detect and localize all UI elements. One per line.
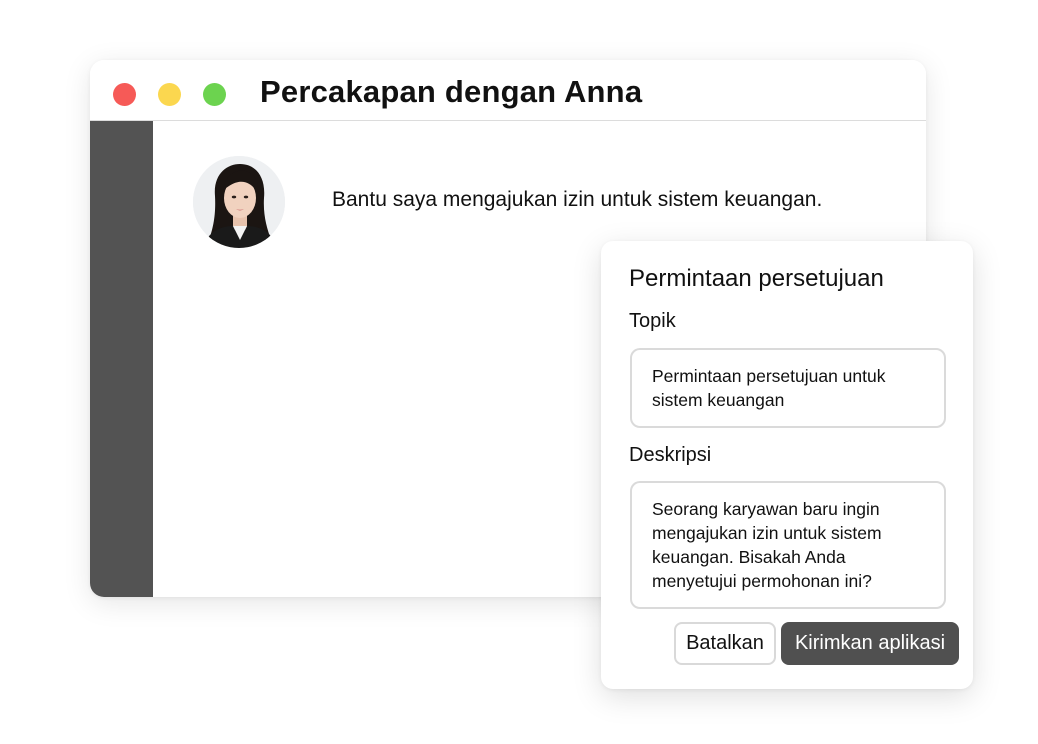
submit-application-button[interactable]: Kirimkan aplikasi (781, 622, 959, 665)
window-title: Percakapan dengan Anna (260, 74, 643, 109)
topic-field[interactable]: Permintaan persetujuan untuk sistem keua… (630, 348, 946, 428)
sidebar (90, 121, 153, 597)
description-label: Deskripsi (629, 444, 712, 466)
dialog-title: Permintaan persetujuan (629, 265, 884, 292)
topic-label: Topik (629, 310, 676, 332)
cancel-button[interactable]: Batalkan (674, 622, 776, 665)
stage: Percakapan dengan Anna Bantu saya mengaj… (0, 0, 1038, 744)
chat-message: Bantu saya mengajukan izin untuk sistem … (332, 188, 823, 211)
title-bar: Percakapan dengan Anna (90, 60, 926, 121)
description-field[interactable]: Seorang karyawan baru ingin mengajukan i… (630, 481, 946, 609)
approval-request-dialog: Permintaan persetujuan Topik Permintaan … (601, 241, 973, 689)
person-avatar-icon (193, 156, 285, 248)
minimize-window-button[interactable] (158, 83, 181, 106)
contact-avatar[interactable] (193, 156, 285, 248)
close-window-button[interactable] (113, 83, 136, 106)
maximize-window-button[interactable] (203, 83, 226, 106)
